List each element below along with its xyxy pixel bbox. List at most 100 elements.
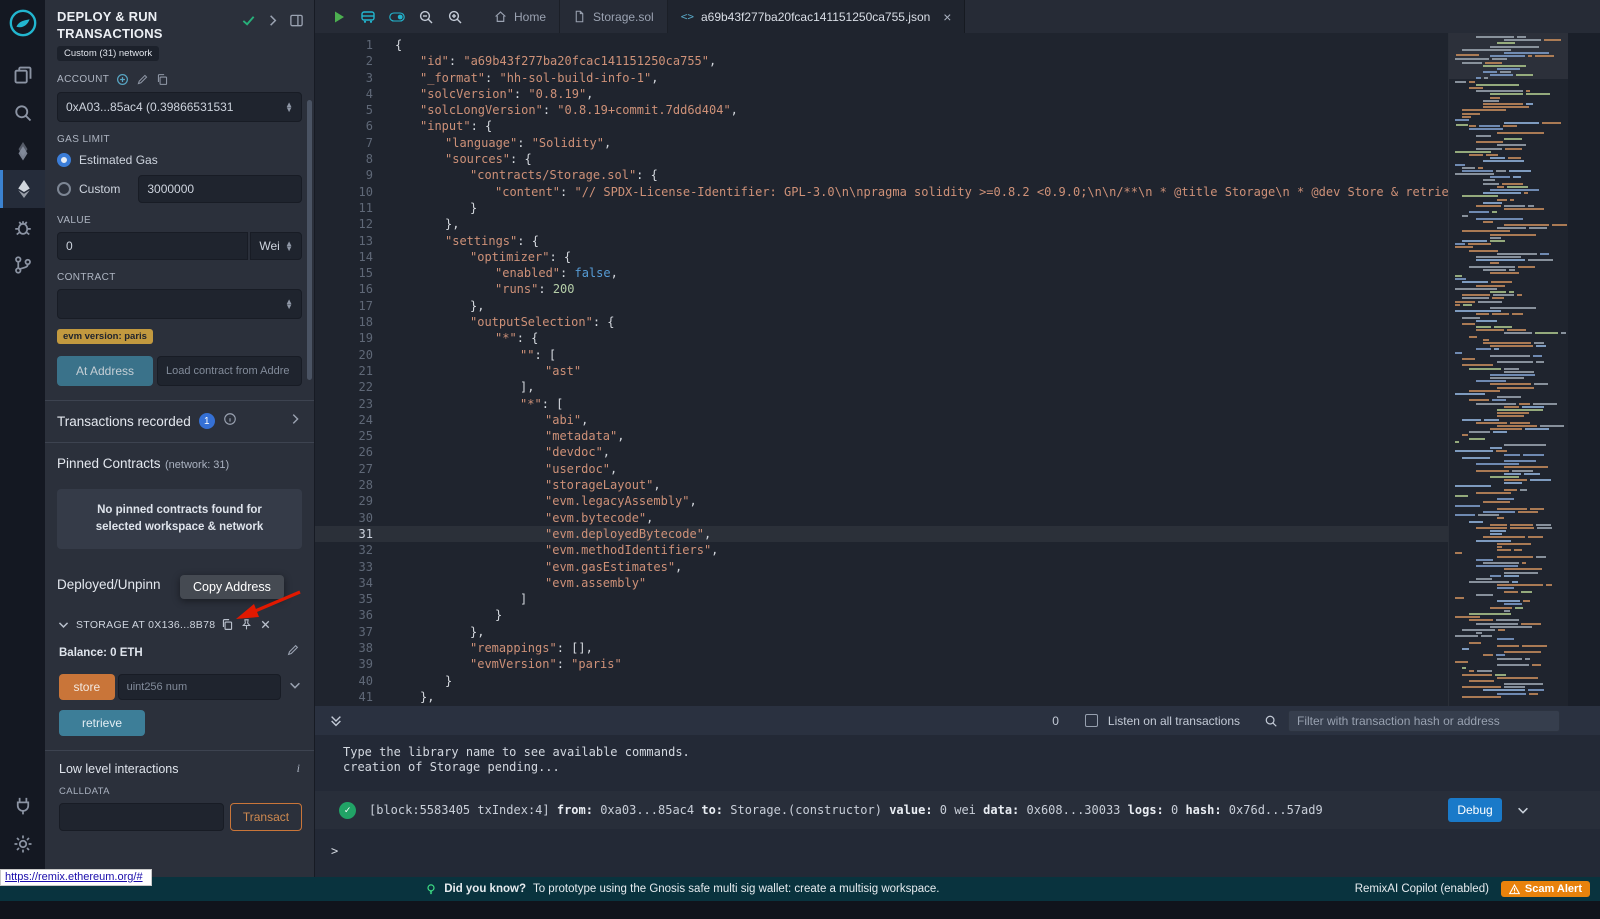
code-line[interactable]: 37}, xyxy=(315,624,1448,640)
code-line[interactable]: 16"runs": 200 xyxy=(315,281,1448,297)
custom-gas-input[interactable] xyxy=(138,175,302,203)
filter-input[interactable] xyxy=(1288,710,1560,732)
code-line[interactable]: 18"outputSelection": { xyxy=(315,314,1448,330)
code-line[interactable]: 12}, xyxy=(315,216,1448,232)
zoom-in-icon[interactable] xyxy=(447,9,463,25)
editor-scroll-gutter[interactable] xyxy=(1568,33,1600,706)
expand-log-icon[interactable] xyxy=(1516,803,1530,817)
low-level-info-icon[interactable]: i xyxy=(297,761,300,776)
toggle-icon[interactable] xyxy=(389,9,405,25)
code-line[interactable]: 41}, xyxy=(315,689,1448,705)
code-line[interactable]: 5"solcLongVersion": "0.8.19+commit.7dd6d… xyxy=(315,102,1448,118)
info-icon[interactable] xyxy=(223,412,237,431)
plugin-manager-icon[interactable] xyxy=(0,787,45,825)
search-icon[interactable] xyxy=(0,94,45,132)
code-line[interactable]: 36} xyxy=(315,607,1448,623)
zoom-out-icon[interactable] xyxy=(418,9,434,25)
edit-account-icon[interactable] xyxy=(136,73,149,86)
code-line[interactable]: 7"language": "Solidity", xyxy=(315,135,1448,151)
pin-panel-icon[interactable] xyxy=(289,13,304,28)
code-line[interactable]: 25"metadata", xyxy=(315,428,1448,444)
code-line[interactable]: 2"id": "a69b43f277ba20fcac141151250ca755… xyxy=(315,53,1448,69)
value-input[interactable] xyxy=(57,232,248,260)
deploy-run-icon[interactable] xyxy=(0,170,45,208)
code-line[interactable]: 40} xyxy=(315,673,1448,689)
debugger-icon[interactable] xyxy=(0,208,45,246)
code-line[interactable]: 35] xyxy=(315,591,1448,607)
play-icon[interactable] xyxy=(331,9,347,25)
account-stepper[interactable]: ▲▼ xyxy=(285,102,293,112)
code-line[interactable]: 15"enabled": false, xyxy=(315,265,1448,281)
code-line[interactable]: 3"_format": "hh-sol-build-info-1", xyxy=(315,70,1448,86)
code-line[interactable]: 22], xyxy=(315,379,1448,395)
account-select[interactable]: 0xA03...85ac4 (0.39866531531 ▲▼ xyxy=(57,92,302,122)
code-line[interactable]: 24"abi", xyxy=(315,412,1448,428)
store-button[interactable]: store xyxy=(59,674,115,700)
code-line[interactable]: 17}, xyxy=(315,298,1448,314)
copilot-status[interactable]: RemixAI Copilot (enabled) xyxy=(1355,883,1489,895)
tab-home[interactable]: Home xyxy=(481,0,560,33)
code-line[interactable]: 31"evm.deployedBytecode", xyxy=(315,526,1448,542)
code-line[interactable]: 29"evm.legacyAssembly", xyxy=(315,493,1448,509)
file-explorer-icon[interactable] xyxy=(0,56,45,94)
solidity-compiler-icon[interactable] xyxy=(0,132,45,170)
contract-select[interactable]: ▲▼ xyxy=(57,289,302,319)
settings-icon[interactable] xyxy=(0,825,45,863)
code-line[interactable]: 30"evm.bytecode", xyxy=(315,510,1448,526)
expand-args-icon[interactable] xyxy=(288,678,302,697)
git-icon[interactable] xyxy=(0,246,45,284)
code-line[interactable]: 27"userdoc", xyxy=(315,461,1448,477)
code-line[interactable]: 28"storageLayout", xyxy=(315,477,1448,493)
close-tab-icon[interactable]: × xyxy=(943,10,951,24)
code-line[interactable]: 20"": [ xyxy=(315,347,1448,363)
listen-checkbox[interactable] xyxy=(1085,714,1098,727)
transact-button[interactable]: Transact xyxy=(230,803,302,831)
panel-scrollbar[interactable] xyxy=(307,100,312,380)
code-line[interactable]: 1{ xyxy=(315,37,1448,53)
tab-storage-sol[interactable]: Storage.sol xyxy=(560,0,668,33)
code-line[interactable]: 34"evm.assembly" xyxy=(315,575,1448,591)
collapse-instance-icon[interactable] xyxy=(57,618,70,631)
copy-account-icon[interactable] xyxy=(156,73,169,86)
terminal-prompt[interactable]: > xyxy=(315,844,1600,858)
chevron-right-icon[interactable] xyxy=(265,13,280,28)
transaction-log-row[interactable]: ✓ [block:5583405 txIndex:4] from: 0xa03.… xyxy=(315,791,1600,829)
expand-terminal-icon[interactable] xyxy=(329,714,343,728)
code-line[interactable]: 32"evm.methodIdentifiers", xyxy=(315,542,1448,558)
value-unit-select[interactable]: Wei ▲▼ xyxy=(250,232,302,260)
code-line[interactable]: 6"input": { xyxy=(315,118,1448,134)
edit-balance-icon[interactable] xyxy=(286,643,300,662)
code-line[interactable]: 13"settings": { xyxy=(315,233,1448,249)
code-line[interactable]: 8"sources": { xyxy=(315,151,1448,167)
calldata-input[interactable] xyxy=(59,803,224,831)
scam-alert-badge[interactable]: Scam Alert xyxy=(1501,881,1590,897)
code-line[interactable]: 39"evmVersion": "paris" xyxy=(315,656,1448,672)
store-arg-input[interactable] xyxy=(118,674,281,700)
code-line[interactable]: 38"remappings": [], xyxy=(315,640,1448,656)
code-editor[interactable]: 1{2"id": "a69b43f277ba20fcac141151250ca7… xyxy=(315,33,1448,706)
code-line[interactable]: 11} xyxy=(315,200,1448,216)
code-line[interactable]: 10"content": "// SPDX-License-Identifier… xyxy=(315,184,1448,200)
script-runner-icon[interactable] xyxy=(360,9,376,25)
remix-logo[interactable] xyxy=(8,8,38,38)
load-contract-input[interactable] xyxy=(157,356,302,386)
minimap[interactable] xyxy=(1448,33,1568,706)
code-line[interactable]: 23"*": [ xyxy=(315,396,1448,412)
custom-gas-radio[interactable] xyxy=(57,182,71,196)
estimated-gas-radio[interactable] xyxy=(57,153,71,167)
code-line[interactable]: 26"devdoc", xyxy=(315,444,1448,460)
debug-button[interactable]: Debug xyxy=(1448,798,1502,822)
code-line[interactable]: 19"*": { xyxy=(315,330,1448,346)
code-line[interactable]: 14"optimizer": { xyxy=(315,249,1448,265)
expand-transactions-icon[interactable] xyxy=(288,412,302,431)
terminal-search-icon[interactable] xyxy=(1264,714,1278,728)
code-line[interactable]: 9"contracts/Storage.sol": { xyxy=(315,167,1448,183)
add-account-icon[interactable] xyxy=(116,73,129,86)
code-line[interactable]: 4"solcVersion": "0.8.19", xyxy=(315,86,1448,102)
line-number: 29 xyxy=(315,493,373,509)
retrieve-button[interactable]: retrieve xyxy=(59,710,145,736)
at-address-button[interactable]: At Address xyxy=(57,356,153,386)
tab-build-info-json[interactable]: <> a69b43f277ba20fcac141151250ca755.json… xyxy=(668,0,966,33)
code-line[interactable]: 33"evm.gasEstimates", xyxy=(315,559,1448,575)
code-line[interactable]: 21"ast" xyxy=(315,363,1448,379)
